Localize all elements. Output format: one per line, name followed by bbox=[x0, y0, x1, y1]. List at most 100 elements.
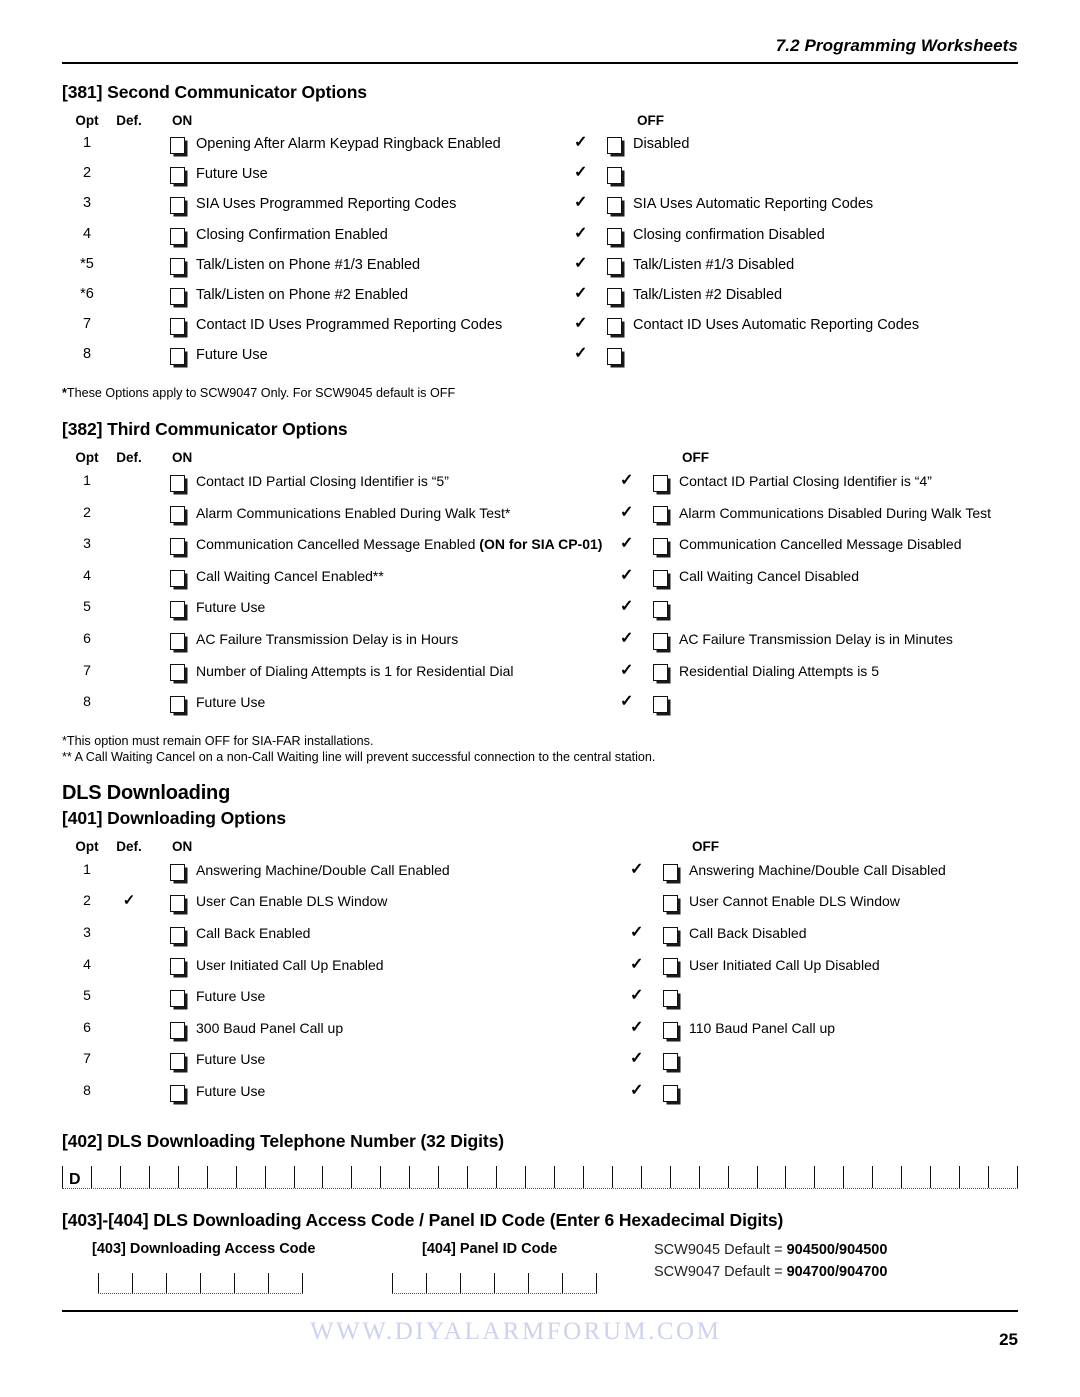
checkbox-icon[interactable] bbox=[170, 601, 185, 619]
on-option-checkbox[interactable] bbox=[170, 506, 185, 524]
checkbox-icon[interactable] bbox=[663, 1084, 678, 1102]
on-option-checkbox[interactable] bbox=[170, 257, 185, 275]
on-option-checkbox[interactable] bbox=[170, 632, 185, 650]
checkbox-icon[interactable] bbox=[170, 537, 185, 555]
phone-digit-cell[interactable] bbox=[901, 1165, 930, 1188]
off-option-checkbox[interactable] bbox=[663, 1021, 678, 1039]
phone-digit-cell[interactable] bbox=[756, 1165, 786, 1188]
off-option-checkbox[interactable] bbox=[653, 537, 668, 555]
checkbox-icon[interactable] bbox=[663, 926, 678, 944]
checkbox-icon[interactable] bbox=[607, 227, 622, 245]
checkbox-icon[interactable] bbox=[170, 1084, 185, 1102]
access-code-digit-cell[interactable] bbox=[234, 1272, 268, 1293]
on-option-checkbox[interactable] bbox=[170, 1084, 185, 1102]
checkbox-icon[interactable] bbox=[170, 926, 185, 944]
off-option-checkbox[interactable] bbox=[607, 348, 622, 366]
phone-digit-cell[interactable] bbox=[322, 1165, 351, 1188]
phone-digit-cell[interactable] bbox=[496, 1165, 525, 1188]
checkbox-icon[interactable] bbox=[170, 1021, 185, 1039]
phone-digit-cell[interactable] bbox=[785, 1165, 814, 1188]
off-option-checkbox[interactable] bbox=[663, 894, 678, 913]
checkbox-icon[interactable] bbox=[170, 632, 185, 650]
access-code-digit-cell[interactable] bbox=[268, 1272, 303, 1293]
off-option-checkbox[interactable] bbox=[653, 474, 668, 492]
phone-digit-cell[interactable] bbox=[698, 1165, 728, 1188]
phone-digit-cell[interactable] bbox=[467, 1165, 496, 1188]
checkbox-icon[interactable] bbox=[170, 287, 185, 305]
phone-digit-ruler[interactable]: D bbox=[62, 1165, 1018, 1189]
off-option-checkbox[interactable] bbox=[663, 958, 678, 976]
on-option-checkbox[interactable] bbox=[170, 989, 185, 1007]
phone-digit-cell[interactable] bbox=[351, 1165, 380, 1188]
checkbox-icon[interactable] bbox=[170, 474, 185, 492]
off-option-checkbox[interactable] bbox=[663, 1052, 678, 1071]
phone-digit-cell[interactable] bbox=[119, 1165, 149, 1188]
access-code-digit-cell[interactable] bbox=[166, 1272, 200, 1293]
off-option-checkbox[interactable] bbox=[607, 137, 622, 154]
checkbox-icon[interactable] bbox=[170, 318, 185, 336]
checkbox-icon[interactable] bbox=[663, 989, 678, 1007]
checkbox-icon[interactable] bbox=[607, 287, 622, 305]
on-option-checkbox[interactable] bbox=[170, 1052, 185, 1071]
access-code-input[interactable] bbox=[98, 1272, 303, 1294]
checkbox-icon[interactable] bbox=[653, 474, 668, 492]
checkbox-icon[interactable] bbox=[170, 348, 185, 366]
phone-digit-cell[interactable] bbox=[582, 1165, 612, 1188]
off-option-checkbox[interactable] bbox=[663, 1084, 678, 1102]
phone-digit-cell[interactable] bbox=[264, 1165, 294, 1188]
checkbox-icon[interactable] bbox=[170, 569, 185, 587]
checkbox-icon[interactable] bbox=[653, 664, 668, 682]
phone-digit-cell[interactable] bbox=[814, 1165, 843, 1188]
off-option-checkbox[interactable] bbox=[607, 318, 622, 336]
off-option-checkbox[interactable] bbox=[607, 287, 622, 305]
off-option-checkbox[interactable] bbox=[653, 632, 668, 650]
phone-digit-cell[interactable] bbox=[553, 1165, 583, 1188]
phone-digit-cell[interactable] bbox=[525, 1165, 554, 1188]
checkbox-icon[interactable] bbox=[607, 197, 622, 215]
access-code-digit-cell[interactable] bbox=[200, 1272, 234, 1293]
checkbox-icon[interactable] bbox=[170, 197, 185, 215]
checkbox-icon[interactable] bbox=[170, 257, 185, 275]
access-code-digit-cell[interactable] bbox=[98, 1272, 132, 1293]
phone-digit-cell[interactable] bbox=[293, 1165, 323, 1188]
on-option-checkbox[interactable] bbox=[170, 474, 185, 492]
on-option-checkbox[interactable] bbox=[170, 863, 185, 881]
checkbox-icon[interactable] bbox=[663, 1021, 678, 1039]
phone-digit-cell[interactable] bbox=[930, 1165, 959, 1188]
phone-digit-cell[interactable] bbox=[235, 1165, 265, 1188]
on-option-checkbox[interactable] bbox=[170, 227, 185, 245]
off-option-checkbox[interactable] bbox=[663, 989, 678, 1007]
panel-id-digit-cell[interactable] bbox=[392, 1272, 426, 1293]
off-option-checkbox[interactable] bbox=[607, 197, 622, 215]
phone-digit-cell[interactable]: D bbox=[62, 1165, 91, 1188]
panel-id-digit-cell[interactable] bbox=[494, 1272, 528, 1293]
phone-digit-cell[interactable] bbox=[727, 1165, 757, 1188]
checkbox-icon[interactable] bbox=[170, 989, 185, 1007]
checkbox-icon[interactable] bbox=[663, 895, 678, 913]
on-option-checkbox[interactable] bbox=[170, 958, 185, 976]
checkbox-icon[interactable] bbox=[653, 601, 668, 619]
on-option-checkbox[interactable] bbox=[170, 197, 185, 215]
checkbox-icon[interactable] bbox=[607, 137, 622, 154]
checkbox-icon[interactable] bbox=[607, 318, 622, 336]
on-option-checkbox[interactable] bbox=[170, 348, 185, 366]
on-option-checkbox[interactable] bbox=[170, 894, 185, 913]
checkbox-icon[interactable] bbox=[170, 664, 185, 682]
off-option-checkbox[interactable] bbox=[607, 227, 622, 245]
off-option-checkbox[interactable] bbox=[663, 863, 678, 881]
off-option-checkbox[interactable] bbox=[663, 926, 678, 944]
on-option-checkbox[interactable] bbox=[170, 137, 185, 154]
off-option-checkbox[interactable] bbox=[653, 664, 668, 682]
panel-id-digit-cell[interactable] bbox=[426, 1272, 460, 1293]
off-option-checkbox[interactable] bbox=[653, 600, 668, 619]
phone-digit-cell[interactable] bbox=[959, 1165, 988, 1188]
off-option-checkbox[interactable] bbox=[607, 257, 622, 275]
phone-digit-cell[interactable] bbox=[90, 1165, 120, 1188]
on-option-checkbox[interactable] bbox=[170, 569, 185, 587]
on-option-checkbox[interactable] bbox=[170, 167, 185, 185]
checkbox-icon[interactable] bbox=[653, 632, 668, 650]
checkbox-icon[interactable] bbox=[653, 569, 668, 587]
on-option-checkbox[interactable] bbox=[170, 1021, 185, 1039]
panel-id-input[interactable] bbox=[392, 1272, 597, 1294]
checkbox-icon[interactable] bbox=[653, 506, 668, 524]
